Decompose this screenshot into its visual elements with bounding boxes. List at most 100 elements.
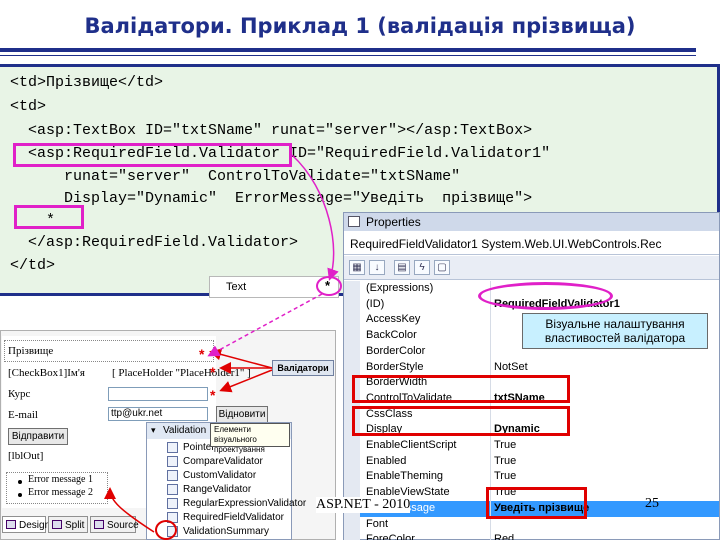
- validator-icon: [167, 470, 178, 481]
- control-to-validate-highlight: [352, 375, 570, 403]
- restore-button[interactable]: Відновити: [216, 406, 268, 423]
- properties-toolbar: ▦ ↓ ▤ ϟ ▢: [344, 256, 719, 280]
- property-name: Font: [366, 517, 389, 530]
- property-gutter: [344, 343, 360, 360]
- toolbox-item-label: CustomValidator: [183, 470, 257, 481]
- toolbox-item-label: CompareValidator: [183, 456, 263, 467]
- property-separator: [490, 438, 491, 454]
- callout-note: Візуальне налаштування властивостей валі…: [522, 313, 708, 349]
- preview-star: *: [325, 278, 331, 293]
- property-pages-icon[interactable]: ▢: [434, 260, 450, 275]
- validator-icon: [167, 498, 178, 509]
- property-gutter: [344, 281, 360, 297]
- submit-button[interactable]: Відправити: [8, 428, 68, 445]
- events-icon[interactable]: ϟ: [414, 260, 430, 275]
- title-rule: [0, 48, 696, 52]
- categorized-icon[interactable]: ▦: [349, 260, 365, 275]
- property-row[interactable]: EnableClientScript True: [344, 438, 719, 454]
- tab-design-label: Design: [19, 520, 51, 531]
- toolbox-header-label: Validation: [163, 425, 207, 436]
- validator-icon: [167, 484, 178, 495]
- code-line: </td>: [10, 257, 56, 274]
- validators-tag: Валідатори: [272, 360, 334, 376]
- property-row[interactable]: BorderStyle NotSet: [344, 359, 719, 376]
- property-name: BorderColor: [366, 344, 426, 357]
- toolbox-item[interactable]: CustomValidator: [147, 469, 291, 483]
- property-gutter: [344, 453, 360, 470]
- property-gutter: [344, 296, 360, 313]
- property-separator: [490, 532, 491, 540]
- view-tabs: Design Split Source: [0, 514, 216, 534]
- validator-tag-highlight: [13, 143, 292, 167]
- course-input[interactable]: [108, 387, 208, 401]
- tab-source-label: Source: [107, 520, 139, 531]
- object-type: System.Web.UI.WebControls.Rec: [481, 237, 662, 251]
- property-separator: [490, 343, 491, 360]
- property-value[interactable]: NotSet: [494, 361, 528, 373]
- toolbox-item[interactable]: RangeValidator: [147, 483, 291, 497]
- surname-label: Прізвище: [8, 345, 54, 357]
- tab-design[interactable]: Design: [2, 516, 50, 533]
- code-line: <td>Прізвище</td>: [10, 74, 164, 91]
- code-line: <asp:TextBox ID="txtSName" runat="server…: [10, 122, 533, 139]
- property-gutter: [344, 532, 360, 540]
- textbox-text: Text: [226, 281, 247, 293]
- tab-source[interactable]: Source: [90, 516, 139, 533]
- property-gutter: [344, 359, 360, 376]
- properties-icon: [348, 216, 360, 227]
- property-gutter: [344, 469, 360, 486]
- error-message: Error message 1: [28, 474, 93, 485]
- toolbox-item-label: RangeValidator: [183, 484, 252, 495]
- tab-split[interactable]: Split: [48, 516, 88, 533]
- property-row[interactable]: Enabled True: [344, 453, 719, 470]
- object-name: RequiredFieldValidator1: [350, 237, 478, 251]
- email-input[interactable]: ttp@ukr.net: [108, 407, 208, 421]
- title-rule-thin: [0, 55, 696, 56]
- collapse-icon: ▾: [151, 425, 156, 435]
- source-icon: [94, 520, 104, 529]
- object-selector[interactable]: RequiredFieldValidator1 System.Web.UI.We…: [344, 233, 719, 255]
- course-label: Курс: [8, 388, 31, 400]
- property-separator: [490, 328, 491, 345]
- property-gutter: [344, 328, 360, 345]
- validator-icon: [167, 456, 178, 467]
- property-row[interactable]: ForeColor Red: [344, 532, 719, 540]
- star-highlight: [14, 205, 84, 229]
- error-message-highlight: [486, 487, 587, 519]
- property-value[interactable]: True: [494, 455, 516, 467]
- design-icon: [6, 520, 16, 529]
- property-name: (ID): [366, 297, 385, 310]
- property-separator: [490, 469, 491, 486]
- property-value[interactable]: True: [494, 439, 516, 451]
- property-gutter: [344, 312, 360, 329]
- surname-star: *: [199, 346, 205, 362]
- alphabetical-icon[interactable]: ↓: [369, 260, 385, 275]
- toolbox-item[interactable]: RegularExpressionValidator: [147, 497, 306, 511]
- property-name: ForeColor: [366, 533, 415, 540]
- property-value[interactable]: Red: [494, 533, 514, 540]
- property-separator: [490, 453, 491, 470]
- placeholder-label: [ PlaceHolder "PlaceHolder1" ]: [112, 367, 251, 379]
- property-separator: [490, 359, 491, 376]
- property-value[interactable]: True: [494, 470, 516, 482]
- property-name: AccessKey: [366, 313, 421, 326]
- toolbox-item-label: RegularExpressionValidator: [183, 498, 307, 509]
- name-star: *: [210, 364, 216, 380]
- property-name: (Expressions): [366, 282, 434, 294]
- property-gutter: [344, 516, 360, 533]
- code-line: runat="server" ControlToValidate="txtSNa…: [10, 168, 461, 185]
- code-line: </asp:RequiredField.Validator>: [10, 234, 299, 251]
- property-name: EnableClientScript: [366, 439, 457, 451]
- email-label: E-mail: [8, 409, 38, 421]
- property-row[interactable]: EnableTheming True: [344, 469, 719, 486]
- tab-split-label: Split: [65, 520, 85, 531]
- properties-icon[interactable]: ▤: [394, 260, 410, 275]
- property-name: EnableTheming: [366, 470, 444, 483]
- toolbox-tooltip: Елементи візуального проектування: [210, 423, 290, 454]
- error-message: Error message 2: [28, 487, 93, 498]
- display-highlight: [352, 406, 570, 436]
- bullet: [18, 480, 22, 484]
- code-line: <td>: [10, 98, 47, 115]
- toolbox-item[interactable]: CompareValidator: [147, 455, 291, 469]
- checkbox-name-label[interactable]: [CheckBox1]Ім'я: [8, 367, 85, 379]
